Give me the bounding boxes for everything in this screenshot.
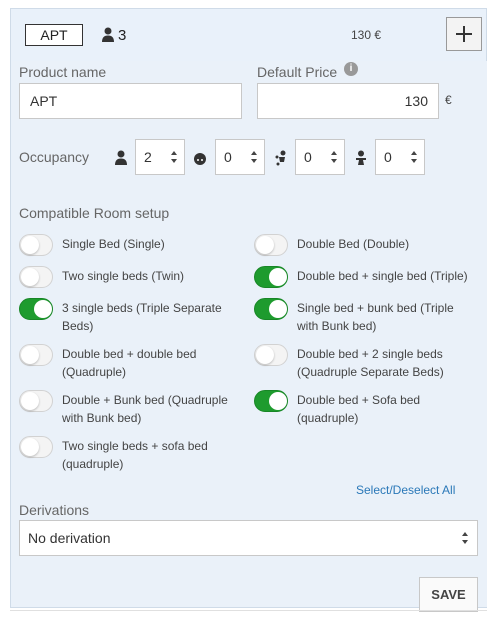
derivation-select[interactable]: No derivation: [19, 520, 478, 556]
room-setup-label: Compatible Room setup: [19, 205, 170, 221]
toggle-triple-separate[interactable]: [19, 298, 53, 320]
header-price: 130 €: [351, 28, 382, 42]
room-label-twin: Two single beds (Twin): [62, 269, 185, 283]
room-label-triple: Double bed + single bed (Triple): [297, 269, 468, 283]
derivation-selected-value: No derivation: [28, 530, 111, 546]
product-code-badge: APT: [25, 24, 83, 46]
currency-symbol: €: [445, 93, 452, 107]
product-panel: APT 3 130 € Product name APT Default Pri…: [10, 8, 488, 612]
select-deselect-all-link[interactable]: Select/Deselect All: [356, 483, 455, 497]
room-label-double-bed: Double Bed (Double): [297, 237, 410, 251]
stepper-arrows-icon: [251, 151, 257, 163]
header-occupancy-count: 3: [118, 27, 127, 44]
adult-icon: [115, 150, 127, 165]
room-label-quadruple-sofa: Double bed + Sofa bed (quadruple): [297, 393, 421, 425]
children-stepper[interactable]: 0: [215, 139, 265, 175]
toddler-icon: [275, 150, 286, 166]
toggle-double-bed[interactable]: [254, 234, 288, 256]
divider: [10, 610, 487, 611]
toggle-triple[interactable]: [254, 266, 288, 288]
room-label-twin-sofa: Two single beds + sofa bed (quadruple): [62, 439, 208, 471]
add-button[interactable]: [446, 17, 482, 51]
toddlers-stepper[interactable]: 0: [295, 139, 345, 175]
default-price-input[interactable]: 130: [257, 83, 439, 119]
room-label-triple-separate: 3 single beds (Triple Separate Beds): [62, 301, 222, 333]
room-label-single-bed: Single Bed (Single): [62, 237, 165, 251]
baby-icon: [356, 150, 366, 165]
adults-value: 2: [144, 149, 152, 165]
person-icon: [102, 27, 114, 42]
select-arrows-icon: [462, 532, 468, 544]
plus-icon: [456, 26, 472, 42]
room-label-triple-bunk: Single bed + bunk bed (Triple with Bunk …: [297, 301, 454, 333]
child-icon: [194, 153, 206, 165]
toggle-twin[interactable]: [19, 266, 53, 288]
children-value: 0: [224, 149, 232, 165]
product-name-input[interactable]: APT: [19, 83, 242, 119]
toggle-quadruple-bunk[interactable]: [19, 390, 53, 412]
product-name-label: Product name: [19, 64, 107, 80]
stepper-arrows-icon: [171, 151, 177, 163]
derivations-label: Derivations: [19, 502, 90, 518]
panel-body: Product name APT Default Price i 130 € O…: [12, 61, 487, 612]
room-label-quadruple-bunk: Double + Bunk bed (Quadruple with Bunk b…: [62, 393, 228, 425]
toggle-twin-sofa[interactable]: [19, 436, 53, 458]
stepper-arrows-icon: [411, 151, 417, 163]
info-icon[interactable]: i: [344, 62, 358, 76]
toggle-quadruple[interactable]: [19, 344, 53, 366]
toggle-single-bed[interactable]: [19, 234, 53, 256]
default-price-label: Default Price: [257, 64, 338, 80]
save-button[interactable]: SAVE: [419, 577, 478, 612]
stepper-arrows-icon: [331, 151, 337, 163]
adults-stepper[interactable]: 2: [135, 139, 185, 175]
babies-value: 0: [384, 149, 392, 165]
room-label-quadruple-separate: Double bed + 2 single beds (Quadruple Se…: [297, 347, 444, 379]
toggle-quadruple-sofa[interactable]: [254, 390, 288, 412]
toddlers-value: 0: [304, 149, 312, 165]
toggle-triple-bunk[interactable]: [254, 298, 288, 320]
panel-header: APT 3 130 €: [11, 9, 488, 61]
babies-stepper[interactable]: 0: [375, 139, 425, 175]
toggle-quadruple-separate[interactable]: [254, 344, 288, 366]
room-label-quadruple: Double bed + double bed (Quadruple): [62, 347, 197, 379]
occupancy-label: Occupancy: [19, 149, 90, 165]
